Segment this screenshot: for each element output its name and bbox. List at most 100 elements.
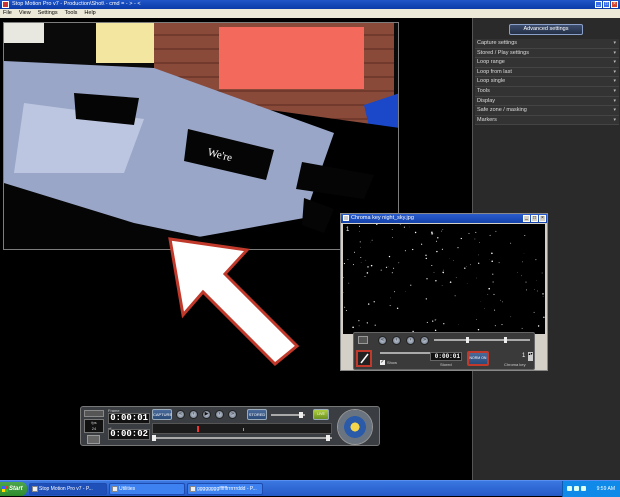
opacity-slider-handle[interactable] (299, 412, 303, 418)
star (487, 294, 488, 295)
paint-icon (190, 486, 196, 492)
chroma-slider-handle[interactable] (466, 337, 469, 343)
camera-icon[interactable] (87, 435, 100, 444)
title-bar: Stop Motion Pro v7 - Production\Shot\ - … (0, 0, 620, 9)
minimize-button[interactable]: _ (595, 1, 602, 8)
star (492, 274, 493, 275)
last-frame-icon[interactable]: » (228, 410, 237, 419)
fps-value: 24 (92, 426, 96, 431)
panel-item-loop-range[interactable]: Loop range▾ (475, 58, 619, 68)
onion-skin-dial[interactable] (337, 409, 373, 445)
star (374, 301, 375, 302)
chroma-key-image: 1 (343, 224, 545, 334)
folder-icon (112, 486, 118, 492)
star (405, 250, 406, 251)
panel-item-safe-zone[interactable]: Safe zone / masking▾ (475, 106, 619, 116)
prev-frame-icon[interactable]: ‹ (189, 410, 198, 419)
panel-item-stored-play[interactable]: Stored / Play settings▾ (475, 49, 619, 59)
eyedropper-icon[interactable] (356, 350, 372, 367)
capture-button[interactable]: CAPTURE (152, 409, 172, 420)
scrub-end-handle[interactable] (326, 435, 330, 441)
tray-icon[interactable] (567, 486, 572, 491)
taskbar-item-document[interactable]: ggggggggffffffrrrrrrddd - P... (187, 483, 263, 495)
clock: 9:59 AM (597, 486, 615, 492)
star (398, 262, 399, 263)
panel-item-markers[interactable]: Markers▾ (475, 116, 619, 126)
star (521, 275, 522, 276)
key-spinner[interactable]: ▴▾ (528, 352, 533, 361)
timeline[interactable] (152, 423, 332, 434)
star (344, 307, 345, 308)
norm-mode-button[interactable]: NORM ON (467, 351, 489, 366)
chroma-slider-handle[interactable] (504, 337, 507, 343)
panel-item-capture-settings[interactable]: Capture settings▾ (475, 39, 619, 49)
panel-item-display[interactable]: Display▾ (475, 97, 619, 107)
stored-button[interactable]: STORED (247, 409, 267, 420)
maximize-button[interactable]: □ (531, 215, 538, 222)
stored-label: Stored (440, 362, 452, 367)
play-icon[interactable]: ▶ (202, 410, 211, 419)
chroma-key-titlebar[interactable]: Chroma key night_sky.jpg _ □ × (341, 214, 547, 223)
timeline-tick (243, 428, 244, 431)
current-time-display: 0:00:01 (108, 413, 150, 424)
app-icon (32, 486, 38, 492)
prev-frame-icon[interactable]: ‹ (392, 336, 401, 345)
transport-mode-icon[interactable] (84, 410, 104, 417)
star (476, 319, 477, 320)
star (390, 305, 391, 306)
star (478, 263, 479, 264)
star (375, 325, 376, 326)
chroma-key-controls: « ‹ › » ✓ Show 0:00:01 Stored NORM ON 1 … (353, 332, 535, 370)
panel-item-tools[interactable]: Tools▾ (475, 87, 619, 97)
maximize-button[interactable]: □ (603, 1, 610, 8)
scrub-start-handle[interactable] (152, 435, 156, 441)
taskbar-item-utilities[interactable]: Utilities (109, 483, 185, 495)
star (360, 241, 361, 242)
advanced-settings-button[interactable]: Advanced settings (509, 24, 583, 35)
tray-icon[interactable] (581, 486, 586, 491)
scrub-slider[interactable] (152, 437, 332, 439)
close-button[interactable]: × (611, 1, 618, 8)
live-button[interactable]: LIVE (313, 409, 329, 420)
star (435, 280, 436, 281)
star (346, 310, 347, 311)
panel-item-loop-single[interactable]: Loop single▾ (475, 77, 619, 87)
star (461, 238, 462, 239)
star (425, 255, 426, 256)
star (415, 232, 416, 233)
next-frame-icon[interactable]: › (215, 410, 224, 419)
show-checkbox[interactable]: ✓ (380, 360, 385, 365)
next-frame-icon[interactable]: › (406, 336, 415, 345)
menu-bar: File View Settings Tools Help (0, 9, 620, 18)
star (404, 227, 405, 228)
menu-help[interactable]: Help (84, 9, 95, 18)
panel-item-loop-from-last[interactable]: Loop from last▾ (475, 68, 619, 78)
star (367, 266, 368, 267)
star (389, 256, 390, 257)
chevron-down-icon: ▾ (613, 49, 616, 58)
menu-view[interactable]: View (19, 9, 31, 18)
star (348, 283, 349, 284)
menu-tools[interactable]: Tools (65, 9, 78, 18)
chroma-slider[interactable] (434, 339, 530, 341)
timeline-marker[interactable] (197, 426, 199, 432)
menu-settings[interactable]: Settings (38, 9, 58, 18)
tray-icon[interactable] (574, 486, 579, 491)
fps-box[interactable]: fps 24 (84, 419, 104, 433)
tolerance-slider[interactable] (380, 352, 430, 354)
star (469, 233, 470, 234)
first-frame-icon[interactable]: « (176, 410, 185, 419)
chevron-down-icon: ▾ (613, 77, 616, 86)
star (354, 252, 355, 253)
first-frame-icon[interactable]: « (378, 336, 387, 345)
taskbar-item-stop-motion[interactable]: Stop Motion Pro v7 - P... (29, 483, 107, 495)
star (543, 296, 544, 297)
menu-file[interactable]: File (3, 9, 12, 18)
minimize-button[interactable]: _ (523, 215, 530, 222)
star (443, 323, 444, 324)
start-button[interactable]: Start (0, 482, 27, 496)
close-button[interactable]: × (539, 215, 546, 222)
last-frame-icon[interactable]: » (420, 336, 429, 345)
open-folder-icon[interactable] (358, 336, 368, 344)
star (457, 247, 458, 248)
